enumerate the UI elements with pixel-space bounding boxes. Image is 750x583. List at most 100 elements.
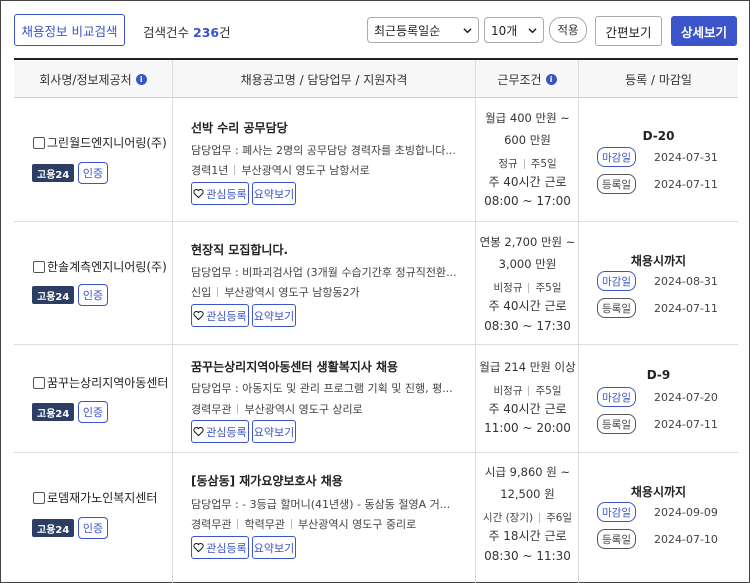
job-meta: 신입 부산광역시 영도구 남항동2가 [191, 284, 360, 300]
location: 부산광역시 영도구 상리로 [244, 403, 363, 416]
deadline-tag: 마감일 [597, 147, 636, 167]
table-row: 한솔계측엔지니어링(주) 고용24 인증 현장직 모집합니다. 담당업무 : 비… [14, 222, 738, 345]
work-time: 11:00 ~ 20:00 [484, 421, 571, 435]
header-company: 회사명/정보제공처 i [14, 60, 173, 98]
conditions-cell: 월급 400 만원 ~ 600 만원 정규 주5일 주 40시간 근로 08:00… [476, 98, 579, 221]
registered-tag: 등록일 [597, 529, 636, 549]
registered-date: 2024-07-10 [654, 532, 718, 546]
job-title[interactable]: 현장직 모집합니다. [191, 241, 288, 258]
pay-line1: 월급 400 만원 ~ [485, 111, 570, 125]
row-checkbox[interactable] [33, 136, 45, 149]
goyong24-badge: 고용24 [32, 403, 75, 421]
cert-badge[interactable]: 인증 [78, 517, 108, 539]
count-prefix: 검색건수 [143, 25, 190, 40]
experience: 경력무관 [191, 518, 232, 531]
detail-view-button[interactable]: 상세보기 [671, 16, 737, 46]
goyong24-badge: 고용24 [32, 286, 75, 304]
experience: 경력1년 [191, 164, 229, 177]
job-duty: 담당업무 : - 3등급 할머니(41년생) - 동삼동 절영A 거... [191, 498, 451, 511]
deadline-row: 마감일 2024-09-09 [597, 502, 718, 522]
pay-line2: 3,000 만원 [498, 257, 557, 271]
company-name[interactable]: 꿈꾸는상리지역아동센터 [33, 374, 168, 391]
employment-info: 정규 주5일 [476, 156, 579, 171]
row-checkbox[interactable] [33, 491, 45, 504]
posting-cell: 꿈꾸는상리지역아동센터 생활복지사 채용 담당업무 : 아동지도 및 관리 프로… [173, 345, 476, 452]
work-time: 08:30 ~ 17:30 [484, 319, 571, 333]
header-company-label: 회사명/정보제공처 [39, 72, 132, 87]
company-name[interactable]: 로뎀재가노인복지센터 [33, 489, 157, 506]
search-count: 검색건수 236건 [143, 22, 231, 41]
company-label: 꿈꾸는상리지역아동센터 [47, 376, 169, 390]
job-duty: 담당업무 : 폐사는 2명의 공무담당 경력자를 초빙합니다... [191, 144, 456, 157]
employment-info: 시간 (장기) 주6일 [476, 510, 579, 525]
dates-cell: 채용시까지 마감일 2024-09-09 등록일 2024-07-10 [579, 453, 738, 583]
deadline-row: 마감일 2024-08-31 [597, 271, 718, 291]
company-cell: 그린월드엔지니어링(주) 고용24 인증 [14, 98, 173, 221]
location: 부산광역시 영도구 남항동2가 [224, 286, 360, 299]
info-icon[interactable]: i [135, 73, 147, 85]
deadline-date: 2024-07-20 [654, 390, 718, 404]
heart-icon [193, 310, 204, 321]
employment-type: 정규 [498, 158, 518, 170]
summary-button[interactable]: 요약보기 [252, 182, 296, 205]
registered-date: 2024-07-11 [654, 177, 718, 191]
registered-row: 등록일 2024-07-10 [597, 529, 718, 549]
registered-row: 등록일 2024-07-11 [597, 298, 718, 318]
employment-type: 비정규 [493, 282, 523, 294]
dates-cell: D-9 마감일 2024-07-20 등록일 2024-07-11 [579, 345, 738, 452]
count-suffix: 건 [219, 25, 231, 40]
summary-button[interactable]: 요약보기 [252, 304, 296, 327]
row-checkbox[interactable] [33, 260, 45, 273]
heart-icon [193, 426, 204, 437]
toolbar: 채용정보 비교검색 검색건수 236건 최근등록일순 10개 적용 간편보기 상… [0, 0, 750, 58]
location: 부산광역시 영도구 남항서로 [241, 164, 370, 177]
summary-button[interactable]: 요약보기 [252, 536, 296, 559]
company-name[interactable]: 그린월드엔지니어링(주) [33, 134, 167, 151]
favorite-button[interactable]: 관심등록 [191, 420, 249, 443]
cert-badge[interactable]: 인증 [78, 401, 108, 423]
registered-tag: 등록일 [597, 298, 636, 318]
employment-type: 시간 (장기) [482, 512, 534, 524]
weekly-hours: 주 40시간 근로 [488, 402, 567, 416]
job-title[interactable]: 꿈꾸는상리지역아동센터 생활복지사 채용 [191, 358, 398, 375]
pay-line1: 시급 9,860 원 ~ [484, 465, 571, 479]
deadline-row: 마감일 2024-07-20 [597, 387, 718, 407]
sort-select[interactable]: 최근등록일순 [367, 17, 479, 43]
cert-badge[interactable]: 인증 [78, 162, 108, 184]
company-name[interactable]: 한솔계측엔지니어링(주) [33, 258, 167, 275]
employment-type: 비정규 [493, 385, 523, 397]
job-duty: 담당업무 : 비파괴검사업 (3개월 수습기간후 정규직전환... [191, 266, 457, 279]
registered-date: 2024-07-11 [654, 417, 718, 431]
job-title[interactable]: [동삼동] 재가요양보호사 채용 [191, 472, 343, 489]
job-duty: 담당업무 : 아동지도 및 관리 프로그램 기획 및 진행, 평... [191, 382, 453, 395]
per-page-select[interactable]: 10개 [484, 17, 544, 43]
info-icon[interactable]: i [545, 73, 557, 85]
work-days: 주5일 [535, 385, 562, 397]
favorite-button[interactable]: 관심등록 [191, 536, 249, 559]
compare-search-button[interactable]: 채용정보 비교검색 [14, 14, 125, 46]
pay-line1: 월급 214 만원 이상 [479, 360, 576, 374]
work-days: 주5일 [530, 158, 557, 170]
employment-info: 비정규 주5일 [476, 383, 579, 398]
company-cell: 한솔계측엔지니어링(주) 고용24 인증 [14, 222, 173, 344]
deadline-date: 2024-09-09 [654, 505, 718, 519]
pay-line2: 600 만원 [504, 133, 551, 147]
apply-button[interactable]: 적용 [549, 17, 587, 43]
cert-badge[interactable]: 인증 [78, 284, 108, 306]
company-cell: 로뎀재가노인복지센터 고용24 인증 [14, 453, 173, 583]
favorite-button[interactable]: 관심등록 [191, 182, 249, 205]
simple-view-button[interactable]: 간편보기 [595, 16, 662, 46]
summary-button[interactable]: 요약보기 [252, 420, 296, 443]
job-title[interactable]: 선박 수리 공무담당 [191, 119, 288, 136]
company-label: 그린월드엔지니어링(주) [47, 136, 167, 150]
registered-date: 2024-07-11 [654, 301, 718, 315]
table-header: 회사명/정보제공처 i 채용공고명 / 담당업무 / 지원자격 근무조건 i 등록 … [14, 58, 738, 98]
deadline-date: 2024-07-31 [654, 150, 718, 164]
registered-row: 등록일 2024-07-11 [597, 174, 718, 194]
posting-cell: [동삼동] 재가요양보호사 채용 담당업무 : - 3등급 할머니(41년생) … [173, 453, 476, 583]
favorite-button[interactable]: 관심등록 [191, 304, 249, 327]
posting-cell: 현장직 모집합니다. 담당업무 : 비파괴검사업 (3개월 수습기간후 정규직전… [173, 222, 476, 344]
goyong24-badge: 고용24 [32, 519, 75, 537]
company-label: 로뎀재가노인복지센터 [47, 491, 158, 505]
row-checkbox[interactable] [33, 376, 45, 389]
